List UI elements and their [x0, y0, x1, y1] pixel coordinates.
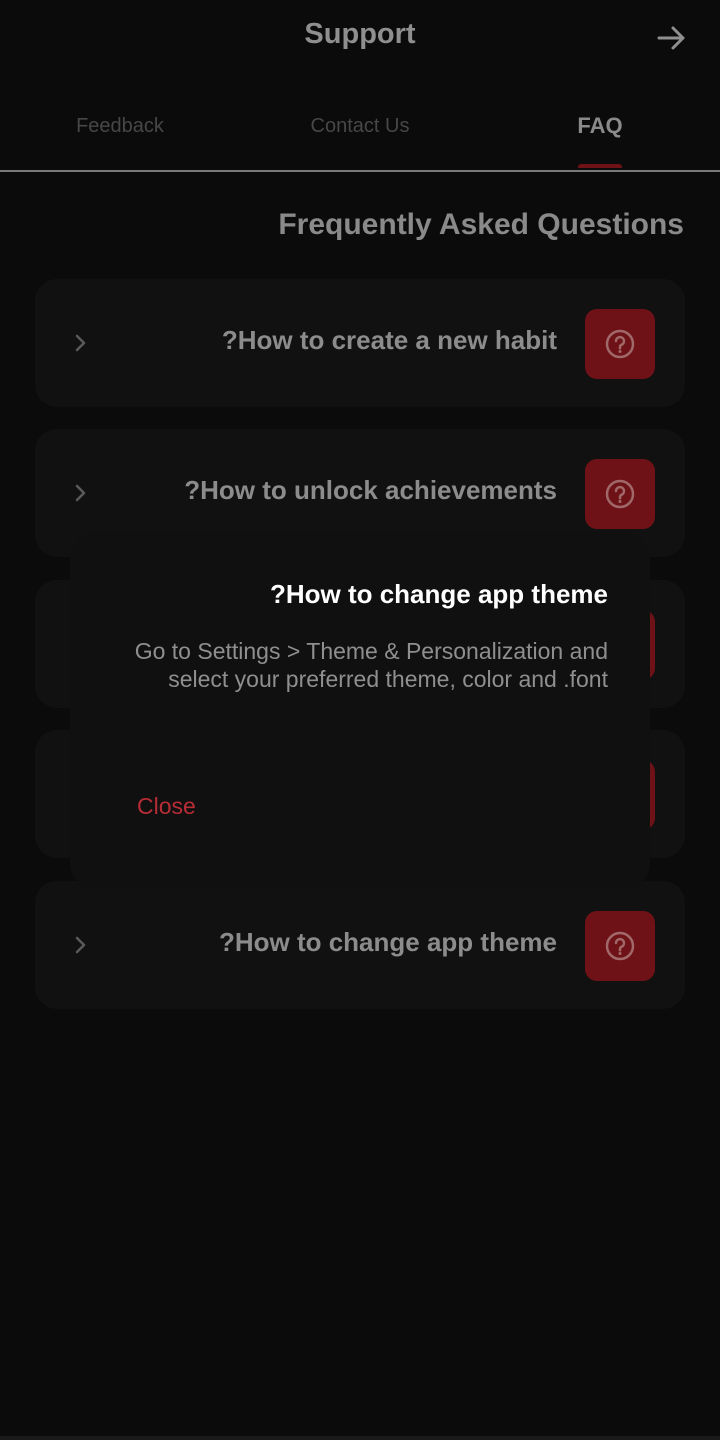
tab-feedback[interactable]: Feedback — [0, 92, 240, 170]
question-circle-icon — [585, 309, 655, 379]
back-button[interactable] — [654, 20, 690, 56]
tab-faq[interactable]: FAQ — [480, 92, 720, 170]
tab-bar: Feedback Contact Us FAQ — [0, 92, 720, 172]
question-circle-icon — [585, 911, 655, 981]
arrow-right-icon — [657, 26, 685, 50]
faq-question: ?How to unlock achievements — [184, 475, 557, 505]
dialog-body: Go to Settings > Theme & Personalization… — [134, 638, 608, 692]
dialog-title: ?How to change app theme — [269, 579, 608, 609]
chevron-right-icon — [75, 936, 86, 954]
chevron-right-icon — [75, 334, 86, 352]
tab-contact-us[interactable]: Contact Us — [240, 92, 480, 170]
gesture-bar — [0, 1436, 720, 1440]
page-title: Support — [304, 18, 416, 50]
faq-question: ?How to create a new habit — [221, 325, 557, 355]
faq-item-create-habit[interactable]: ?How to create a new habit — [35, 279, 685, 407]
question-circle-icon — [585, 459, 655, 529]
faq-item-change-theme[interactable]: ?How to change app theme — [35, 881, 685, 1009]
close-button[interactable]: Close — [137, 793, 196, 820]
app-bar: Support — [0, 0, 720, 80]
section-title: Frequently Asked Questions — [278, 208, 684, 241]
faq-answer-dialog: ?How to change app theme Go to Settings … — [70, 533, 650, 889]
tab-indicator — [578, 164, 622, 168]
chevron-right-icon — [75, 484, 86, 502]
faq-question: ?How to change app theme — [218, 927, 557, 957]
